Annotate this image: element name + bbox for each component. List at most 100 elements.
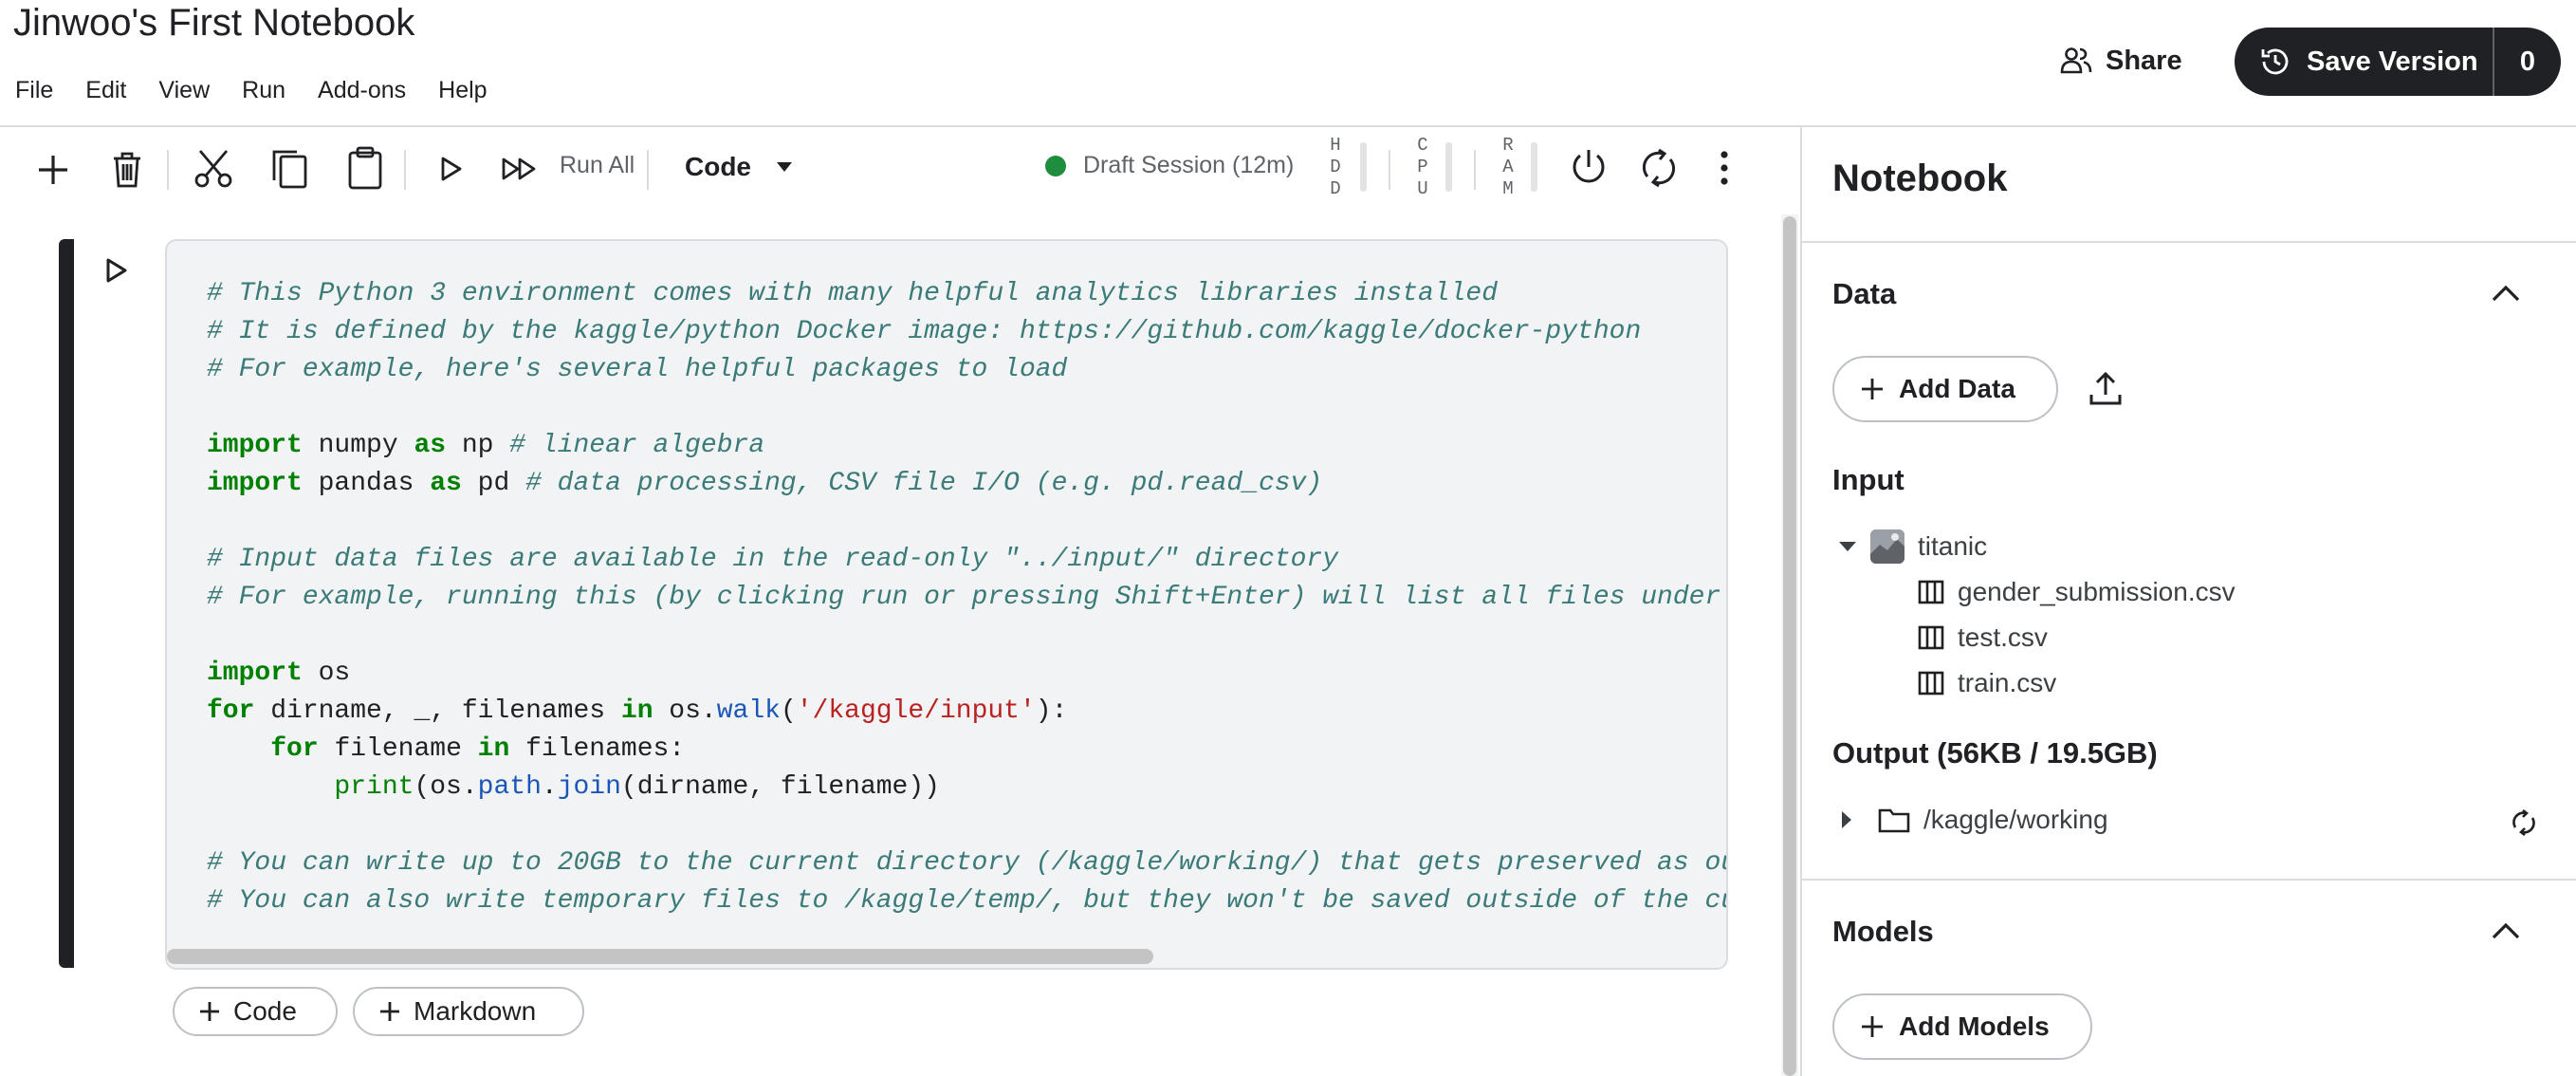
- add-data-button[interactable]: Add Data: [1832, 356, 2058, 422]
- menu-edit[interactable]: Edit: [69, 77, 142, 104]
- menu-add-ons[interactable]: Add-ons: [302, 77, 422, 104]
- code-token: dirname, _, filenames: [254, 696, 621, 726]
- file-name: train.csv: [1958, 668, 2057, 697]
- code-line: # For example, running this (by clicking…: [207, 579, 1726, 617]
- output-path: /kaggle/working: [1923, 805, 2108, 834]
- editor-horizontal-scrollbar[interactable]: [167, 949, 1153, 964]
- code-content[interactable]: # This Python 3 environment comes with m…: [207, 275, 1728, 920]
- chevron-up-icon[interactable]: [2491, 920, 2521, 941]
- code-token: # You can also write temporary files to …: [207, 886, 1728, 916]
- table-icon: [1918, 625, 1944, 650]
- cpu-label: CPU: [1417, 135, 1428, 199]
- code-token: for: [207, 696, 255, 726]
- output-folder-row[interactable]: /kaggle/working: [1840, 805, 2108, 835]
- folder-icon: [1878, 807, 1910, 833]
- dataset-titanic[interactable]: titanic: [1838, 529, 1987, 564]
- notebook-scrollbar-thumb[interactable]: [1783, 216, 1796, 1076]
- upload-icon[interactable]: [2087, 370, 2125, 408]
- code-editor[interactable]: # This Python 3 environment comes with m…: [165, 239, 1728, 970]
- panel-title: Notebook: [1832, 158, 2008, 199]
- ram-usage-meter: [1531, 142, 1537, 192]
- code-line: print(os.path.join(dirname, filename)): [207, 769, 1726, 807]
- caret-down-icon: [776, 161, 793, 173]
- plus-icon: [199, 1001, 220, 1022]
- session-status-dot: [1045, 155, 1066, 176]
- cell-type-select[interactable]: Code: [685, 152, 793, 182]
- chevron-up-icon[interactable]: [2491, 283, 2521, 304]
- code-token: import: [207, 431, 303, 460]
- models-section-title[interactable]: Models: [1832, 915, 1934, 949]
- code-line: # It is defined by the kaggle/python Doc…: [207, 313, 1726, 351]
- toolbar-divider: [1389, 150, 1390, 190]
- save-version-label: Save Version: [2307, 46, 2478, 77]
- file-name: gender_submission.csv: [1958, 577, 2236, 606]
- share-button[interactable]: Share: [2049, 28, 2194, 93]
- code-token: # data processing, CSV file I/O (e.g. pd…: [525, 469, 1323, 498]
- code-token: .: [541, 772, 558, 802]
- menu-bar: File Edit View Run Add-ons Help: [0, 68, 504, 112]
- file-gender-submission[interactable]: gender_submission.csv: [1918, 577, 2236, 607]
- run-cell-icon[interactable]: [432, 150, 470, 188]
- plus-icon: [1861, 378, 1884, 400]
- more-options-icon[interactable]: [1707, 144, 1741, 192]
- code-token: '/kaggle/input': [796, 696, 1036, 726]
- data-section-title[interactable]: Data: [1832, 277, 1896, 311]
- code-token: path: [477, 772, 542, 802]
- cut-icon[interactable]: [188, 144, 239, 194]
- menu-file[interactable]: File: [0, 77, 69, 104]
- add-data-label: Add Data: [1899, 374, 2015, 403]
- file-name: test.csv: [1958, 622, 2048, 652]
- cell-run-icon[interactable]: [104, 256, 129, 285]
- add-markdown-cell-button[interactable]: Markdown: [353, 987, 584, 1036]
- save-version-main[interactable]: Save Version: [2235, 28, 2493, 96]
- run-all-icon[interactable]: [495, 150, 544, 188]
- history-icon: [2259, 46, 2291, 78]
- code-token: # It is defined by the kaggle/python Doc…: [207, 317, 1642, 346]
- code-token: numpy: [302, 431, 414, 460]
- add-code-cell-button[interactable]: Code: [173, 987, 338, 1036]
- refresh-icon[interactable]: [2510, 808, 2538, 837]
- menu-run[interactable]: Run: [226, 77, 302, 104]
- caret-down-icon: [1838, 540, 1857, 553]
- share-label: Share: [2106, 45, 2182, 76]
- copy-icon[interactable]: [264, 144, 315, 194]
- plus-icon: [1861, 1015, 1884, 1038]
- file-test[interactable]: test.csv: [1918, 622, 2048, 653]
- hdd-usage-meter: [1360, 142, 1367, 192]
- code-token: in: [477, 734, 510, 764]
- power-icon[interactable]: [1567, 144, 1610, 192]
- caret-right-icon: [1840, 810, 1853, 829]
- code-line: import pandas as pd # data processing, C…: [207, 465, 1726, 503]
- people-icon: [2060, 46, 2092, 75]
- ram-label: RAM: [1502, 135, 1514, 199]
- add-models-button[interactable]: Add Models: [1832, 993, 2092, 1060]
- paste-icon[interactable]: [340, 142, 391, 194]
- delete-cell-icon[interactable]: [102, 146, 152, 194]
- session-status[interactable]: Draft Session (12m): [1045, 152, 1294, 179]
- input-section-title: Input: [1832, 463, 1904, 496]
- code-token: filenames:: [509, 734, 686, 764]
- add-models-label: Add Models: [1899, 1011, 2050, 1041]
- code-token: # This Python 3 environment comes with m…: [207, 279, 1499, 308]
- version-count-badge[interactable]: 0: [2493, 28, 2561, 96]
- add-cell-icon[interactable]: [27, 146, 80, 194]
- menu-help[interactable]: Help: [422, 77, 503, 104]
- code-token: join: [557, 772, 621, 802]
- notebook-title[interactable]: Jinwoo's First Notebook: [13, 2, 414, 45]
- code-token: for: [270, 734, 319, 764]
- restart-icon[interactable]: [1635, 144, 1683, 192]
- code-token: import: [207, 659, 303, 688]
- save-version-button[interactable]: Save Version 0: [2235, 28, 2561, 96]
- code-token: pd: [461, 469, 526, 498]
- run-all-button[interactable]: Run All: [560, 152, 635, 179]
- toolbar-divider: [167, 150, 169, 190]
- code-token: (dirname, filename)): [620, 772, 940, 802]
- code-token: (os.: [414, 772, 478, 802]
- menu-view[interactable]: View: [142, 77, 226, 104]
- file-train[interactable]: train.csv: [1918, 668, 2056, 698]
- cell-type-value: Code: [685, 152, 751, 181]
